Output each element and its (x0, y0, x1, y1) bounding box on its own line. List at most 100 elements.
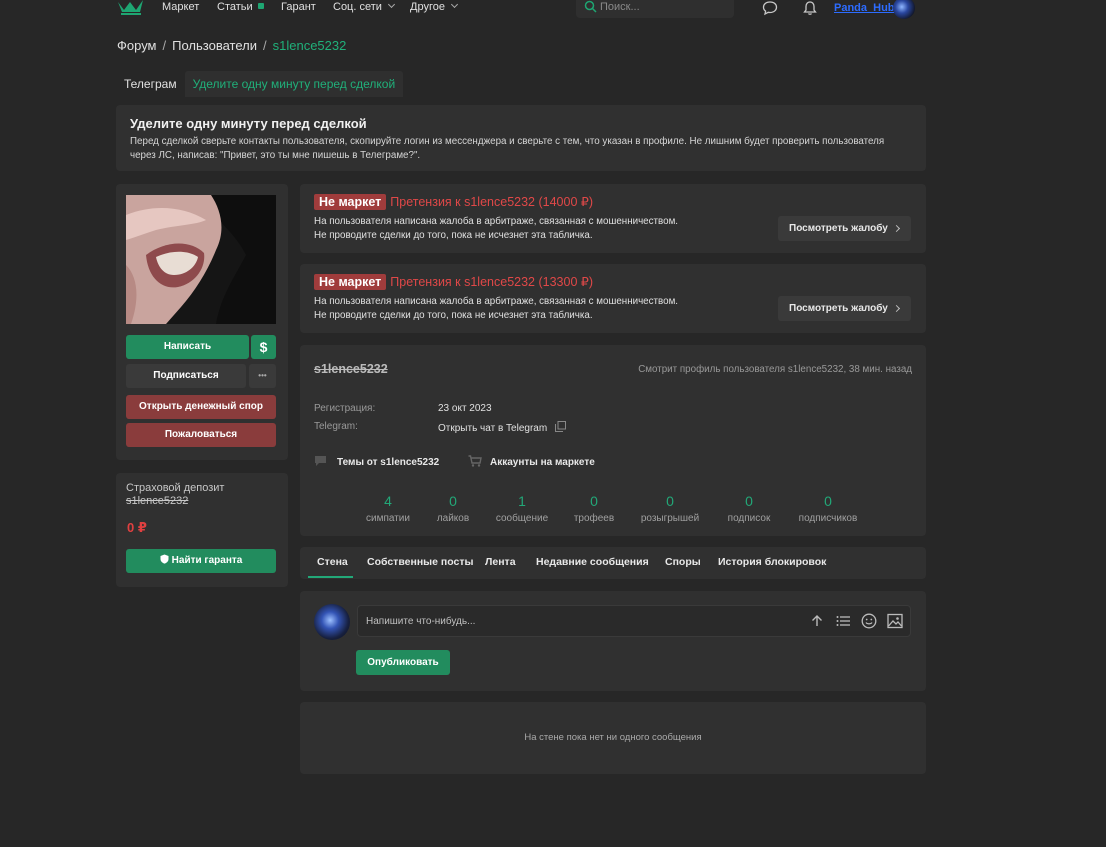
nav-other[interactable]: Другое (410, 0, 458, 13)
username-link[interactable]: Panda_Hub (834, 2, 895, 14)
breadcrumb-current[interactable]: s1lence5232 (273, 38, 347, 53)
write-button[interactable]: Написать (126, 335, 249, 359)
claim-title[interactable]: Претензия к s1lence5232 (13300 ₽) (390, 275, 593, 289)
claim-title-row: Не маркет Претензия к s1lence5232 (14000 … (314, 194, 593, 210)
nav-articles-label: Статьи (217, 1, 253, 13)
stat-sympathy[interactable]: 4 симпатии (356, 493, 420, 524)
registration-value: 23 окт 2023 (438, 403, 492, 414)
bell-icon[interactable] (802, 0, 818, 16)
wall-panel: На стене пока нет ни одного сообщения (300, 702, 926, 774)
tab-own-posts[interactable]: Собственные посты (367, 556, 473, 568)
breadcrumb-users[interactable]: Пользователи (172, 38, 257, 53)
dollar-button[interactable]: $ (251, 335, 276, 359)
post-input[interactable] (357, 605, 911, 637)
claim-description: На пользователя написана жалоба в арбитр… (314, 215, 678, 243)
logo-icon[interactable] (116, 0, 146, 18)
post-composer: Опубликовать (300, 591, 926, 691)
nav-social[interactable]: Соц. сети (333, 0, 395, 13)
claim-panel: Не маркет Претензия к s1lence5232 (14000 … (300, 184, 926, 253)
tab-wall[interactable]: Стена (317, 556, 348, 568)
market-link[interactable]: Аккаунты на маркете (468, 455, 595, 468)
stat-label: трофеев (573, 513, 615, 524)
nav-market[interactable]: Маркет (162, 1, 199, 13)
claim-title-row: Не маркет Претензия к s1lence5232 (13300 … (314, 274, 593, 290)
new-dot-icon (257, 3, 264, 9)
subscribe-button[interactable]: Подписаться (126, 364, 246, 388)
cart-icon (468, 455, 482, 467)
nav-guarantor[interactable]: Гарант (281, 1, 316, 13)
stat-trophies[interactable]: 0 трофеев (566, 493, 622, 524)
claim-line-2: Не проводите сделки до того, пока не исч… (314, 310, 593, 321)
chevron-right-icon (892, 304, 901, 313)
profile-activity: Смотрит профиль пользователя s1lence5232… (638, 364, 912, 375)
view-complaint-label: Посмотреть жалобу (789, 223, 888, 234)
breadcrumb-separator: / (262, 38, 267, 53)
breadcrumb: Форум / Пользователи / s1lence5232 (117, 38, 346, 53)
image-icon[interactable] (887, 613, 903, 629)
threads-link-label: Темы от s1lence5232 (337, 457, 440, 468)
emoji-icon[interactable] (861, 613, 877, 629)
composer-avatar[interactable] (314, 604, 350, 640)
user-avatar[interactable] (893, 0, 915, 19)
search-box[interactable] (576, 0, 734, 18)
stat-followers[interactable]: 0 подписчиков (792, 493, 864, 524)
telegram-link[interactable]: Открыть чат в Telegram (438, 421, 566, 434)
nav-other-label: Другое (410, 1, 445, 13)
chat-icon[interactable] (762, 0, 778, 16)
stat-value: 0 (666, 493, 674, 509)
search-input[interactable] (600, 0, 725, 15)
tab-feed[interactable]: Лента (485, 556, 516, 568)
stat-value: 0 (449, 493, 457, 509)
breadcrumb-forum[interactable]: Форум (117, 38, 157, 53)
stat-likes[interactable]: 0 лайков (425, 493, 481, 524)
list-icon[interactable] (836, 614, 851, 628)
stat-label: лайков (436, 513, 470, 524)
stat-label: подписок (727, 513, 771, 524)
market-link-label: Аккаунты на маркете (490, 457, 595, 468)
chevron-down-icon (450, 0, 458, 9)
claim-panel: Не маркет Претензия к s1lence5232 (13300 … (300, 264, 926, 333)
notice-title: Уделите одну минуту перед сделкой (130, 116, 367, 131)
stat-giveaways[interactable]: 0 розыгрышей (634, 493, 706, 524)
complain-button[interactable]: Пожаловаться (126, 423, 276, 447)
stat-label: розыгрышей (640, 513, 700, 524)
publish-button[interactable]: Опубликовать (356, 650, 450, 675)
claim-line-1: На пользователя написана жалоба в арбитр… (314, 216, 679, 227)
view-complaint-button[interactable]: Посмотреть жалобу (778, 296, 911, 321)
claim-badge: Не маркет (314, 194, 387, 210)
shield-icon (160, 554, 169, 564)
stat-subscriptions[interactable]: 0 подписок (718, 493, 780, 524)
view-complaint-label: Посмотреть жалобу (789, 303, 888, 314)
nav-articles[interactable]: Статьи (217, 1, 264, 13)
profile-photo[interactable] (126, 195, 276, 324)
arrow-up-icon[interactable] (810, 614, 824, 628)
wall-empty-message: На стене пока нет ни одного сообщения (524, 732, 702, 743)
profile-photo-image (126, 195, 276, 324)
tab-recent-messages[interactable]: Недавние сообщения (536, 556, 649, 568)
telegram-link-label: Открыть чат в Telegram (438, 423, 548, 434)
stat-messages[interactable]: 1 сообщение (490, 493, 554, 524)
copy-icon[interactable] (554, 421, 566, 432)
tab-disputes[interactable]: Споры (665, 556, 701, 568)
claim-badge: Не маркет (314, 274, 387, 290)
tab-telegram[interactable]: Телеграм (116, 71, 185, 97)
profile-info-panel: s1lence5232 Смотрит профиль пользователя… (300, 345, 926, 536)
tab-ban-history[interactable]: История блокировок (718, 556, 826, 568)
find-guarantor-button[interactable]: Найти гаранта (126, 549, 276, 573)
view-complaint-button[interactable]: Посмотреть жалобу (778, 216, 911, 241)
tab-one-minute[interactable]: Уделите одну минуту перед сделкой (184, 71, 404, 97)
stat-label: сообщение (495, 513, 549, 524)
stat-label: симпатии (366, 513, 410, 524)
claim-title[interactable]: Претензия к s1lence5232 (14000 ₽) (390, 195, 593, 209)
telegram-tabs: Телеграм Уделите одну минуту перед сделк… (116, 71, 404, 97)
open-dispute-button[interactable]: Открыть денежный спор (126, 395, 276, 419)
stat-value: 4 (384, 493, 392, 509)
chevron-right-icon (892, 224, 901, 233)
deposit-username: s1lence5232 (126, 495, 189, 507)
telegram-label: Telegram: (314, 421, 358, 432)
breadcrumb-separator: / (162, 38, 167, 53)
more-options-button[interactable]: ••• (249, 364, 276, 388)
comment-icon (315, 456, 326, 466)
registration-label: Регистрация: (314, 403, 376, 414)
threads-link[interactable]: Темы от s1lence5232 (314, 455, 439, 468)
